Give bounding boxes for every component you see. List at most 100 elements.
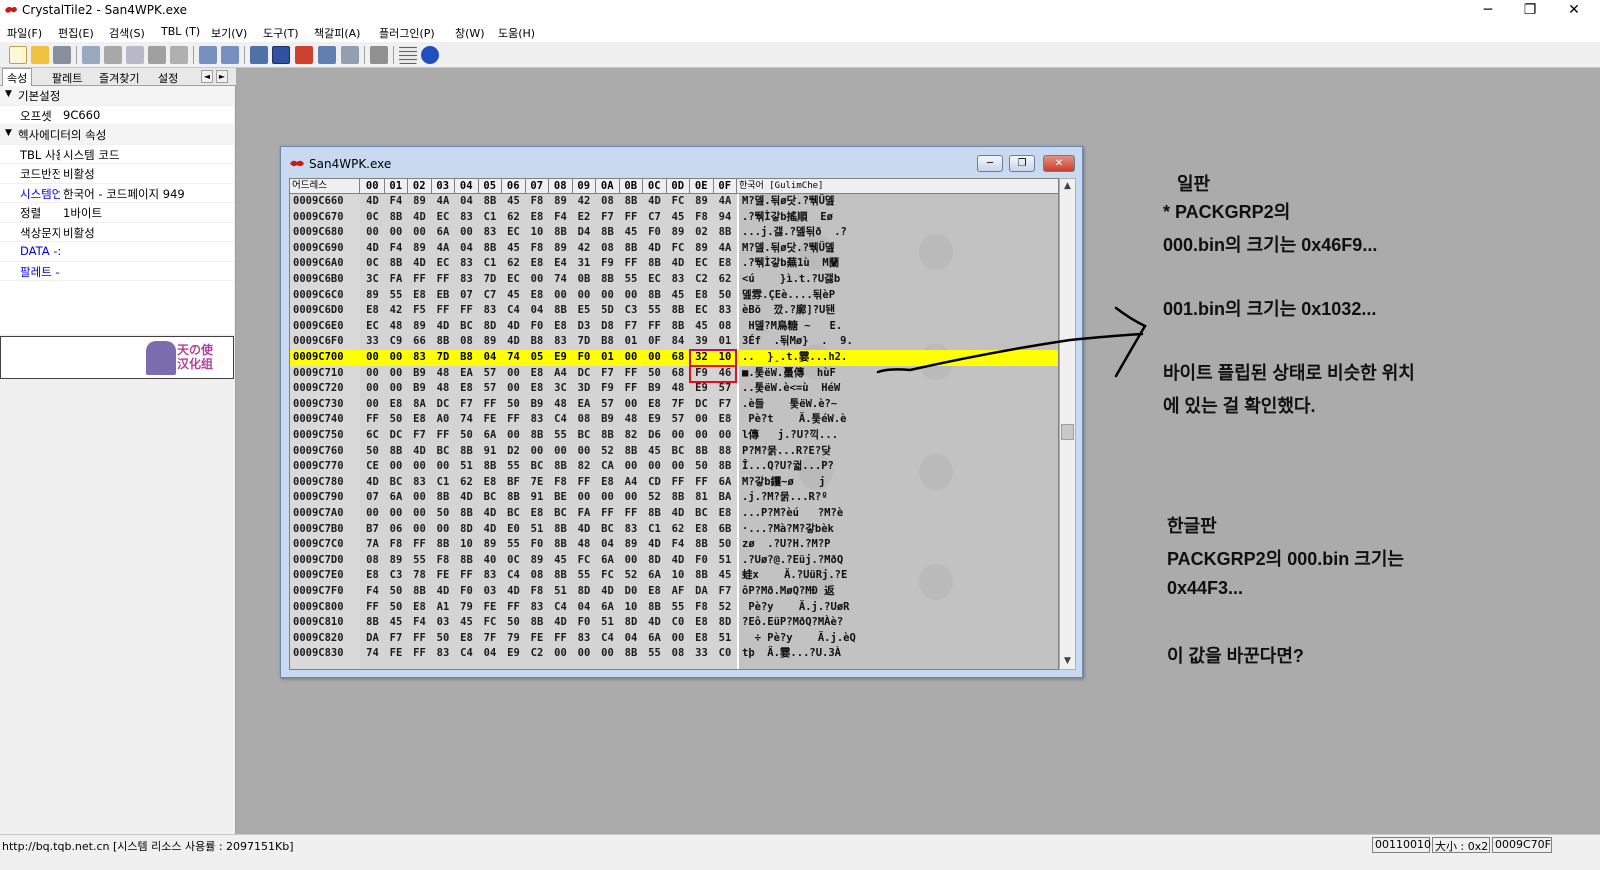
hex-byte[interactable]: 0C (361, 256, 384, 272)
hex-byte[interactable]: 45 (667, 288, 690, 304)
hex-byte[interactable]: 00 (361, 381, 384, 397)
hex-byte[interactable]: 8B (596, 272, 619, 288)
hex-byte[interactable]: 00 (408, 225, 431, 241)
hex-byte[interactable]: E9 (643, 412, 666, 428)
hex-byte[interactable]: 00 (620, 490, 643, 506)
hex-byte[interactable]: 74 (549, 272, 572, 288)
paste-icon[interactable] (148, 46, 166, 64)
hex-row[interactable]: 0009C7F0 F4 50 8B 4D F0 03 4D F8 51 8D 4D D0 E8 AF DA F7… (290, 584, 1058, 600)
hex-byte[interactable]: A4 (620, 475, 643, 491)
hex-byte[interactable]: 4D (573, 522, 596, 538)
hex-byte[interactable]: 4D (549, 615, 572, 631)
hex-byte[interactable]: 00 (408, 506, 431, 522)
prop-code-reverse[interactable]: 코드반전 비활성 (0, 164, 234, 184)
hex-byte[interactable]: 6A (385, 490, 408, 506)
hex-byte[interactable]: 8B (408, 584, 431, 600)
hex-byte[interactable]: 82 (620, 428, 643, 444)
hex-byte[interactable]: 89 (479, 334, 502, 350)
hex-byte[interactable]: F0 (643, 225, 666, 241)
hex-byte[interactable]: 00 (526, 272, 549, 288)
hex-byte[interactable]: FF (620, 381, 643, 397)
hex-byte[interactable]: 0C (502, 553, 525, 569)
hex-byte[interactable]: 48 (573, 537, 596, 553)
tab-favorites[interactable]: 즐겨찾기 (99, 70, 139, 86)
hex-byte[interactable]: E8 (690, 522, 713, 538)
hex-byte[interactable]: 00 (573, 490, 596, 506)
hex-byte[interactable]: FF (502, 600, 525, 616)
hex-byte[interactable]: 00 (408, 490, 431, 506)
hex-byte[interactable]: 62 (455, 475, 478, 491)
hex-byte[interactable]: 8B (502, 490, 525, 506)
hex-byte[interactable]: 83 (455, 210, 478, 226)
text-view-icon[interactable] (295, 46, 313, 64)
hex-byte[interactable]: 83 (408, 350, 431, 366)
hex-byte[interactable]: 55 (549, 428, 572, 444)
hex-byte[interactable]: 8B (479, 459, 502, 475)
hex-byte[interactable]: 3C (549, 381, 572, 397)
hex-byte[interactable]: F0 (573, 615, 596, 631)
hex-byte[interactable]: 50 (643, 366, 666, 382)
hex-byte[interactable]: 7F (479, 631, 502, 647)
undo-icon[interactable] (82, 46, 100, 64)
menu-plugin[interactable]: 플러그인(P) (379, 25, 435, 41)
hex-byte[interactable]: 4D (502, 334, 525, 350)
prop-tbl-use[interactable]: TBL 사용 시스템 코드 (0, 145, 234, 164)
hex-byte[interactable]: 8B (667, 490, 690, 506)
hex-byte[interactable]: 07 (455, 288, 478, 304)
hex-byte[interactable]: 48 (432, 366, 455, 382)
hex-byte[interactable]: CE (361, 459, 384, 475)
hex-byte[interactable]: DA (690, 584, 713, 600)
hex-byte[interactable]: 8B (479, 194, 502, 210)
hex-byte[interactable]: 83 (479, 568, 502, 584)
open-folder-icon[interactable] (31, 46, 49, 64)
hex-byte[interactable]: 0F (643, 334, 666, 350)
hex-byte[interactable]: 03 (479, 584, 502, 600)
hex-byte[interactable]: DA (361, 631, 384, 647)
hex-byte[interactable]: 00 (432, 522, 455, 538)
hex-byte[interactable]: E4 (549, 256, 572, 272)
hex-byte[interactable]: 10 (620, 600, 643, 616)
hex-byte[interactable]: E8 (408, 412, 431, 428)
hex-byte[interactable]: 52 (714, 600, 737, 616)
hex-byte[interactable]: FC (667, 241, 690, 257)
hex-byte[interactable]: 50 (502, 615, 525, 631)
prop-alignment[interactable]: 정렬 1바이트 (0, 203, 234, 223)
hex-byte[interactable]: FF (620, 210, 643, 226)
hex-byte[interactable]: BC (479, 490, 502, 506)
hex-byte[interactable]: 89 (361, 288, 384, 304)
hex-row[interactable]: 0009C750 6C DC F7 FF 50 6A 00 8B 55 BC 8B 82 D6 00 00 00… (290, 428, 1058, 444)
hex-byte[interactable]: 48 (385, 319, 408, 335)
hex-byte[interactable]: E8 (714, 506, 737, 522)
menu-tools[interactable]: 도구(T) (263, 25, 299, 41)
hex-byte[interactable]: FC (573, 553, 596, 569)
hex-byte[interactable]: 6A (479, 428, 502, 444)
hex-byte[interactable]: 04 (596, 537, 619, 553)
hex-byte[interactable]: 00 (596, 646, 619, 662)
hex-byte[interactable]: 57 (714, 381, 737, 397)
hex-byte[interactable]: 00 (549, 288, 572, 304)
hex-byte[interactable]: E8 (643, 584, 666, 600)
maximize-button[interactable]: ❐ (1508, 0, 1552, 22)
hex-byte[interactable]: A1 (432, 600, 455, 616)
hex-byte[interactable]: 00 (620, 350, 643, 366)
hex-byte[interactable]: F8 (690, 600, 713, 616)
child-close-button[interactable]: ✕ (1043, 155, 1075, 172)
hex-byte[interactable]: 50 (385, 584, 408, 600)
hex-byte[interactable]: 48 (620, 412, 643, 428)
edit-icon[interactable] (318, 46, 336, 64)
hex-byte[interactable]: 89 (408, 241, 431, 257)
hex-byte[interactable]: 08 (667, 646, 690, 662)
hex-byte[interactable]: FE (479, 412, 502, 428)
hex-byte[interactable]: 7D (432, 350, 455, 366)
export-icon[interactable] (221, 46, 239, 64)
hex-byte[interactable]: C0 (667, 615, 690, 631)
hex-byte[interactable]: 08 (714, 319, 737, 335)
hex-byte[interactable]: B8 (526, 334, 549, 350)
hex-byte[interactable]: 8B (549, 459, 572, 475)
hex-byte[interactable]: 0C (361, 210, 384, 226)
hex-row[interactable]: 0009C7E0 E8 C3 78 FE FF 83 C4 08 8B 55 FC 52 6A 10 8B 45… (290, 568, 1058, 584)
hex-byte[interactable]: 79 (455, 600, 478, 616)
hex-byte[interactable]: 00 (361, 506, 384, 522)
hex-byte[interactable]: FF (361, 412, 384, 428)
hex-byte[interactable]: 00 (408, 459, 431, 475)
